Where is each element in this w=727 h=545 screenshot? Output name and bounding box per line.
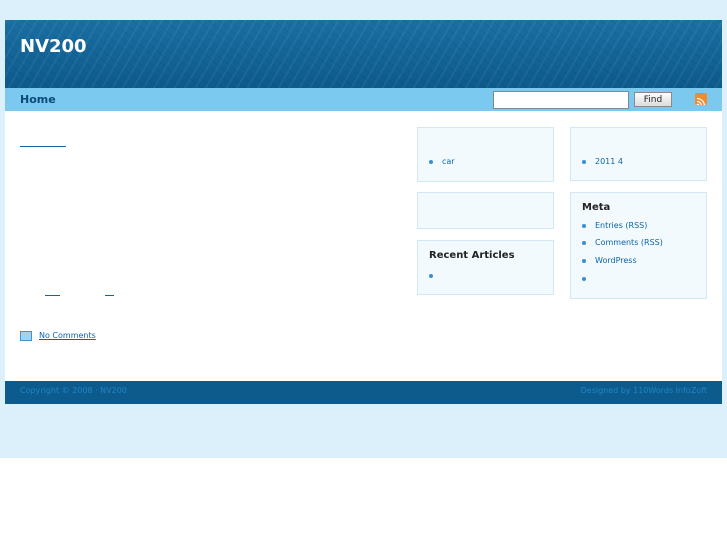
list-item[interactable]: WordPress [582,256,637,265]
page-background: NV200 Home Find No Comments car 2011 4 R… [0,0,727,458]
comment-icon [20,331,32,341]
sidebar-categories-box: car [417,127,554,182]
sidebar-empty-box [417,192,554,229]
post-title-link[interactable] [20,145,66,147]
site-footer: Copyright © 2008 · NV200 Designed by 110… [5,381,722,404]
bullet-icon [582,258,586,263]
search-input[interactable] [493,91,629,109]
recent-articles-title: Recent Articles [429,250,515,261]
footer-credit[interactable]: Designed by 110Words InfoZoft [581,386,707,395]
main-content: No Comments car 2011 4 Recent Articles M… [5,111,722,381]
nav-bar: Home Find [5,88,722,111]
bullet-icon [429,159,433,164]
list-item[interactable]: Entries (RSS) [582,221,647,230]
list-item[interactable]: car [429,157,455,166]
post-meta-link[interactable] [105,294,114,296]
nav-home-link[interactable]: Home [20,93,56,106]
list-item[interactable] [582,274,595,283]
bullet-icon [582,223,586,228]
meta-link-wordpress[interactable]: WordPress [595,256,637,265]
meta-title: Meta [582,202,611,213]
site-header: NV200 [5,20,722,88]
bullet-icon [582,276,586,281]
footer-copyright: Copyright © 2008 · NV200 [20,386,127,395]
rss-feed-icon[interactable] [695,93,707,105]
find-button[interactable]: Find [634,92,672,107]
category-link[interactable]: car [442,157,455,166]
list-item[interactable] [429,271,442,280]
archive-link[interactable]: 2011 4 [595,157,623,166]
sidebar-archives-box: 2011 4 [570,127,707,181]
post-meta-link[interactable] [45,294,60,296]
list-item[interactable]: Comments (RSS) [582,238,663,247]
bullet-icon [582,240,586,245]
list-item[interactable]: 2011 4 [582,157,623,166]
meta-link-comments-rss[interactable]: Comments (RSS) [595,238,663,247]
site-title[interactable]: NV200 [20,36,87,57]
sidebar-recent-articles-box: Recent Articles [417,240,554,295]
page-wrapper: NV200 Home Find No Comments car 2011 4 R… [5,20,722,404]
bullet-icon [582,159,586,164]
meta-link-entries-rss[interactable]: Entries (RSS) [595,221,647,230]
bullet-icon [429,273,433,278]
no-comments-link[interactable]: No Comments [39,331,96,340]
sidebar-meta-box: Meta Entries (RSS) Comments (RSS) WordPr… [570,192,707,299]
